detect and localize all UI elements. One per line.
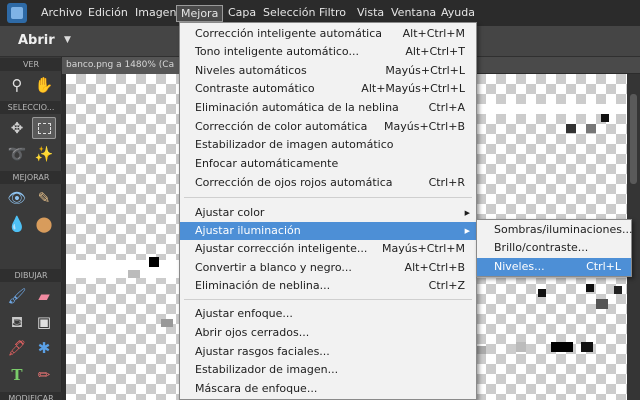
submenu-arrow-icon: ▶ (464, 209, 470, 217)
menu-item-auto-color-correction[interactable]: Corrección de color automática Mayús+Ctrl… (180, 118, 476, 136)
menu-item-auto-levels[interactable]: Niveles automáticos Mayús+Ctrl+L (180, 62, 476, 80)
menu-mejora[interactable]: Mejora (176, 5, 224, 22)
menu-imagen[interactable]: Imagen (131, 0, 180, 26)
submenu-item-brightness-contrast[interactable]: Brillo/contraste... (477, 239, 631, 257)
chevron-down-icon[interactable]: ▼ (64, 35, 71, 45)
pixel (601, 114, 609, 122)
pixel (586, 284, 594, 292)
adjust-lighting-submenu: Sombras/iluminaciones... Brillo/contrast… (476, 219, 632, 277)
submenu-arrow-icon: ▶ (464, 227, 470, 235)
pixel (538, 289, 546, 297)
menu-item-open-closed-eyes[interactable]: Abrir ojos cerrados... (180, 324, 476, 342)
white-pixel-band (471, 104, 627, 114)
menu-item-adjust-smart-fix[interactable]: Ajustar corrección inteligente... Mayús+C… (180, 240, 476, 258)
menu-archivo[interactable]: Archivo (37, 0, 86, 26)
submenu-item-levels[interactable]: Niveles... Ctrl+L (477, 258, 631, 276)
type-icon[interactable]: T (5, 364, 29, 386)
submenu-item-shadows-highlights[interactable]: Sombras/iluminaciones... (477, 221, 632, 239)
pixel (476, 346, 486, 354)
menu-item-auto-smart-fix[interactable]: Corrección inteligente automática Alt+Ctr… (180, 25, 476, 43)
menu-item-haze-removal[interactable]: Eliminación de neblina... Ctrl+Z (180, 277, 476, 295)
gradient-icon[interactable]: ▣ (32, 311, 56, 333)
pixel (566, 124, 576, 133)
menu-edicion[interactable]: Edición (84, 0, 132, 26)
pencil-icon[interactable]: ✏ (32, 364, 56, 386)
toolbox-section-enhance: MEJORAR (0, 171, 62, 184)
menu-item-auto-contrast[interactable]: Contraste automático Alt+Mayús+Ctrl+L (180, 80, 476, 98)
menu-item-adjust-sharpness[interactable]: Ajustar enfoque... (180, 305, 476, 323)
scrollbar-thumb[interactable] (630, 94, 637, 184)
menu-item-shake-reduction[interactable]: Estabilizador de imagen... (180, 361, 476, 379)
custom-shape-icon[interactable]: ✱ (32, 337, 56, 359)
toolbox-section-select: SELECCIO... (0, 101, 62, 114)
pixel (586, 124, 596, 133)
toolbox-section-view: VER (0, 58, 62, 71)
menu-item-unsharp-mask[interactable]: Máscara de enfoque... (180, 380, 476, 398)
move-icon[interactable]: ✥ (5, 117, 29, 139)
marquee-icon[interactable] (32, 117, 56, 139)
blur-icon[interactable]: 💧 (5, 213, 29, 235)
menu-separator (184, 197, 472, 198)
eyedropper-icon[interactable]: 🖋 (5, 337, 29, 359)
magic-wand-icon[interactable]: ✨ (32, 143, 56, 165)
brush-icon[interactable]: 🖌 (5, 285, 29, 307)
pixel (551, 342, 573, 352)
app-logo-icon (7, 3, 27, 23)
enhance-menu: Corrección inteligente automática Alt+Ctr… (179, 22, 477, 400)
sponge-icon[interactable]: ⬤ (32, 213, 56, 235)
open-button[interactable]: Abrir (18, 33, 55, 48)
menu-item-auto-sharpen[interactable]: Enfocar automáticamente (180, 155, 476, 173)
toolbox-section-draw: DIBUJAR (0, 269, 62, 282)
paint-bucket-icon[interactable]: ⛾ (5, 311, 29, 333)
menu-item-auto-red-eye-fix[interactable]: Corrección de ojos rojos automática Ctrl+… (180, 174, 476, 192)
menu-item-auto-shake-reduction[interactable]: Estabilizador de imagen automático (180, 136, 476, 154)
pixel (149, 257, 159, 267)
lasso-icon[interactable]: ➰ (5, 143, 29, 165)
menu-item-adjust-color[interactable]: Ajustar color ▶ (180, 204, 476, 222)
document-tab[interactable]: banco.png a 1480% (Ca (62, 57, 180, 74)
pixel (128, 270, 140, 278)
pixel (161, 319, 173, 327)
menu-item-adjust-facial-features[interactable]: Ajustar rasgos faciales... (180, 343, 476, 361)
menu-item-adjust-lighting[interactable]: Ajustar iluminación ▶ (180, 222, 476, 240)
hand-icon[interactable]: ✋ (32, 74, 56, 96)
pixel (516, 342, 526, 352)
menu-item-auto-smart-tone[interactable]: Tono inteligente automático... Alt+Ctrl+T (180, 43, 476, 61)
toolbox-section-modify: MODIFICAR (0, 392, 62, 400)
toolbox: VER ⚲ ✋ SELECCIO... ✥ ➰ ✨ MEJORAR 👁 ✎ 💧 … (0, 57, 62, 400)
pixel (614, 286, 622, 294)
healing-brush-icon[interactable]: ✎ (32, 187, 56, 209)
menu-item-auto-haze-removal[interactable]: Eliminación automática de la neblina Ctrl… (180, 99, 476, 117)
menu-separator (184, 299, 472, 300)
eraser-icon[interactable]: ▰ (32, 285, 56, 307)
menu-item-convert-black-white[interactable]: Convertir a blanco y negro... Alt+Ctrl+B (180, 259, 476, 277)
red-eye-icon[interactable]: 👁 (5, 187, 29, 209)
pixel (596, 299, 608, 309)
pixel (581, 342, 593, 352)
zoom-icon[interactable]: ⚲ (5, 74, 29, 96)
